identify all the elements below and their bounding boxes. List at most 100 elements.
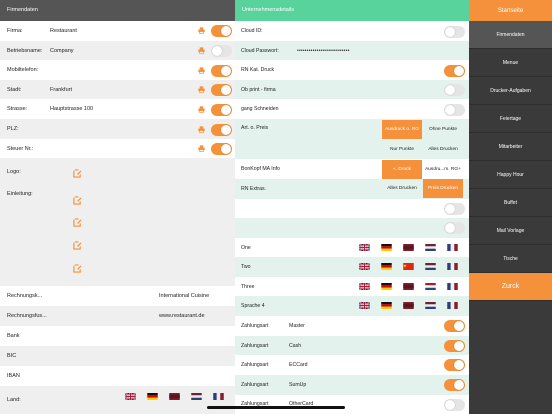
spain-flag-icon[interactable] [403, 283, 414, 290]
printer-icon[interactable] [198, 126, 205, 133]
unternehmen-toggle-1[interactable] [444, 65, 465, 77]
edit-image-icon[interactable] [73, 218, 82, 227]
cloud-password-value[interactable]: ••••••••••••••••••••••••••• [297, 48, 350, 54]
art-option-nur-punkte[interactable]: Nur Punkte [382, 140, 422, 159]
unternehmen-toggle-7[interactable] [444, 340, 465, 352]
rn-extras-option-preis[interactable]: Preis Drucken [423, 179, 463, 198]
sprache-2-label: Two [241, 264, 251, 270]
firmendaten-toggle-4[interactable] [211, 104, 232, 116]
firmendaten-toggle-6[interactable] [211, 143, 232, 155]
firmendaten-toggle-1[interactable] [211, 45, 232, 57]
zahlungsart-row-cash[interactable]: Zahlungsart Cash [235, 336, 469, 355]
unlabeled-toggle-row-2[interactable] [235, 218, 469, 238]
rechnungsfuss-row[interactable]: Rechnungsfus... www.restaurant.de [0, 306, 235, 326]
uk-flag-icon[interactable] [359, 244, 370, 251]
unternehmen-toggle-6[interactable] [444, 320, 465, 332]
printer-icon[interactable] [198, 106, 205, 113]
gang-row[interactable]: gang Schneiden [235, 99, 469, 119]
bic-row[interactable]: BIC [0, 346, 235, 366]
edit-image-icon[interactable] [73, 241, 82, 250]
netherlands-flag-icon[interactable] [425, 244, 436, 251]
unternehmen-toggle-3[interactable] [444, 104, 465, 116]
zurck-button[interactable]: Zurck [469, 273, 552, 301]
strasse-value[interactable]: Hauptstrasse 100 [50, 106, 93, 112]
nav-item-drucker-aufgaben[interactable]: Drucker-Aufgaben [469, 77, 552, 105]
spain-flag-icon[interactable] [403, 244, 414, 251]
firmendaten-toggle-5[interactable] [211, 124, 232, 136]
firmendaten-toggle-3[interactable] [211, 84, 232, 96]
spain-flag-icon[interactable] [169, 393, 180, 400]
zahlungsart-row-othercard[interactable]: Zahlungsart OtherCard [235, 395, 469, 414]
nav-item-mitarbeiter[interactable]: Mitarbeiter [469, 133, 552, 161]
firma-value[interactable]: Restaurant [50, 28, 77, 34]
firmendaten-toggle-2[interactable] [211, 65, 232, 77]
france-flag-icon[interactable] [213, 393, 224, 400]
spain-flag-icon[interactable] [403, 302, 414, 309]
uk-flag-icon[interactable] [359, 283, 370, 290]
printer-icon[interactable] [198, 145, 205, 152]
bonkopf-option-druck[interactable]: «. Druck [382, 160, 422, 179]
unternehmen-toggle-2[interactable] [444, 84, 465, 96]
uk-flag-icon[interactable] [359, 263, 370, 270]
netherlands-flag-icon[interactable] [425, 263, 436, 270]
germany-flag-icon[interactable] [147, 393, 158, 400]
france-flag-icon[interactable] [447, 283, 458, 290]
cloud-id-row[interactable]: Cloud ID: [235, 21, 469, 41]
netherlands-bright-flag-icon[interactable] [425, 283, 436, 290]
printer-icon[interactable] [198, 47, 205, 54]
bank-row[interactable]: Bank [0, 326, 235, 346]
stadt-value[interactable]: Frankfurt [50, 87, 72, 93]
uk-flag-icon[interactable] [125, 393, 136, 400]
zahlungsart-value: Master [289, 323, 305, 329]
nav-item-buffet[interactable]: Buffet [469, 189, 552, 217]
netherlands-flag-icon[interactable] [425, 302, 436, 309]
china-flag-icon[interactable] [403, 263, 414, 270]
unternehmen-toggle-8[interactable] [444, 359, 465, 371]
edit-image-icon[interactable] [73, 196, 82, 205]
uk-flag-icon[interactable] [359, 302, 370, 309]
betriebsname-value[interactable]: Company [50, 48, 74, 54]
nav-item-mail-vorlage[interactable]: Mail Vorlage [469, 217, 552, 245]
iban-row[interactable]: IBAN [0, 366, 235, 386]
art-option-ausdruck[interactable]: Ausdruck o. RG [382, 120, 422, 139]
ob-print-row[interactable]: Ob print - firma [235, 80, 469, 99]
edit-image-icon[interactable] [73, 169, 82, 178]
unternehmen-toggle-0[interactable] [444, 26, 465, 38]
nav-item-tische[interactable]: Tische [469, 245, 552, 273]
nav-item-menue[interactable]: Menue [469, 49, 552, 77]
unternehmen-toggle-4[interactable] [444, 203, 465, 215]
zahlungsart-row-master[interactable]: Zahlungsart Master [235, 316, 469, 336]
rn-extras-option-alles[interactable]: Alles Drucken [382, 179, 422, 198]
nav-item-happy-hour[interactable]: Happy Hour [469, 161, 552, 189]
bonkopf-option-ausdruck[interactable]: Ausdru...m. RG+ [423, 160, 463, 179]
germany-flag-icon[interactable] [381, 302, 392, 309]
netherlands-flag-icon[interactable] [191, 393, 202, 400]
rechnungsfuss-value[interactable]: www.restaurant.de [159, 313, 205, 319]
art-option-ohne-punkte[interactable]: Ohne Punkte [423, 120, 463, 139]
unternehmen-toggle-10[interactable] [444, 399, 465, 411]
nav-startseite[interactable]: Startseite [469, 0, 552, 21]
unternehmen-toggle-9[interactable] [444, 379, 465, 391]
france-flag-icon[interactable] [447, 302, 458, 309]
cloud-password-row[interactable]: Cloud Passwort: ••••••••••••••••••••••••… [235, 41, 469, 60]
printer-icon[interactable] [198, 27, 205, 34]
rechnungskopf-row[interactable]: Rechnungsk... International Cuisine [0, 286, 235, 306]
zahlungsart-row-sumup[interactable]: Zahlungsart SumUp [235, 375, 469, 395]
nav-item-feiertage[interactable]: Feiertage [469, 105, 552, 133]
rn-kat-druck-row[interactable]: RN Kat. Druck [235, 60, 469, 80]
art-option-alles-drucken[interactable]: Alles Drucken [423, 140, 463, 159]
germany-flag-icon[interactable] [381, 263, 392, 270]
printer-icon[interactable] [198, 67, 205, 74]
germany-flag-icon[interactable] [381, 244, 392, 251]
germany-flag-icon[interactable] [381, 283, 392, 290]
firmendaten-toggle-0[interactable] [211, 25, 232, 37]
unlabeled-toggle-row-1[interactable] [235, 199, 469, 218]
edit-image-icon[interactable] [73, 264, 82, 273]
rechnungskopf-value[interactable]: International Cuisine [159, 293, 209, 299]
france-flag-icon[interactable] [447, 244, 458, 251]
nav-item-firmendaten[interactable]: Firmendaten [469, 21, 552, 49]
france-flag-icon[interactable] [447, 263, 458, 270]
unternehmen-toggle-5[interactable] [444, 222, 465, 234]
zahlungsart-row-eccard[interactable]: Zahlungsart ECCard [235, 355, 469, 375]
printer-icon[interactable] [198, 86, 205, 93]
